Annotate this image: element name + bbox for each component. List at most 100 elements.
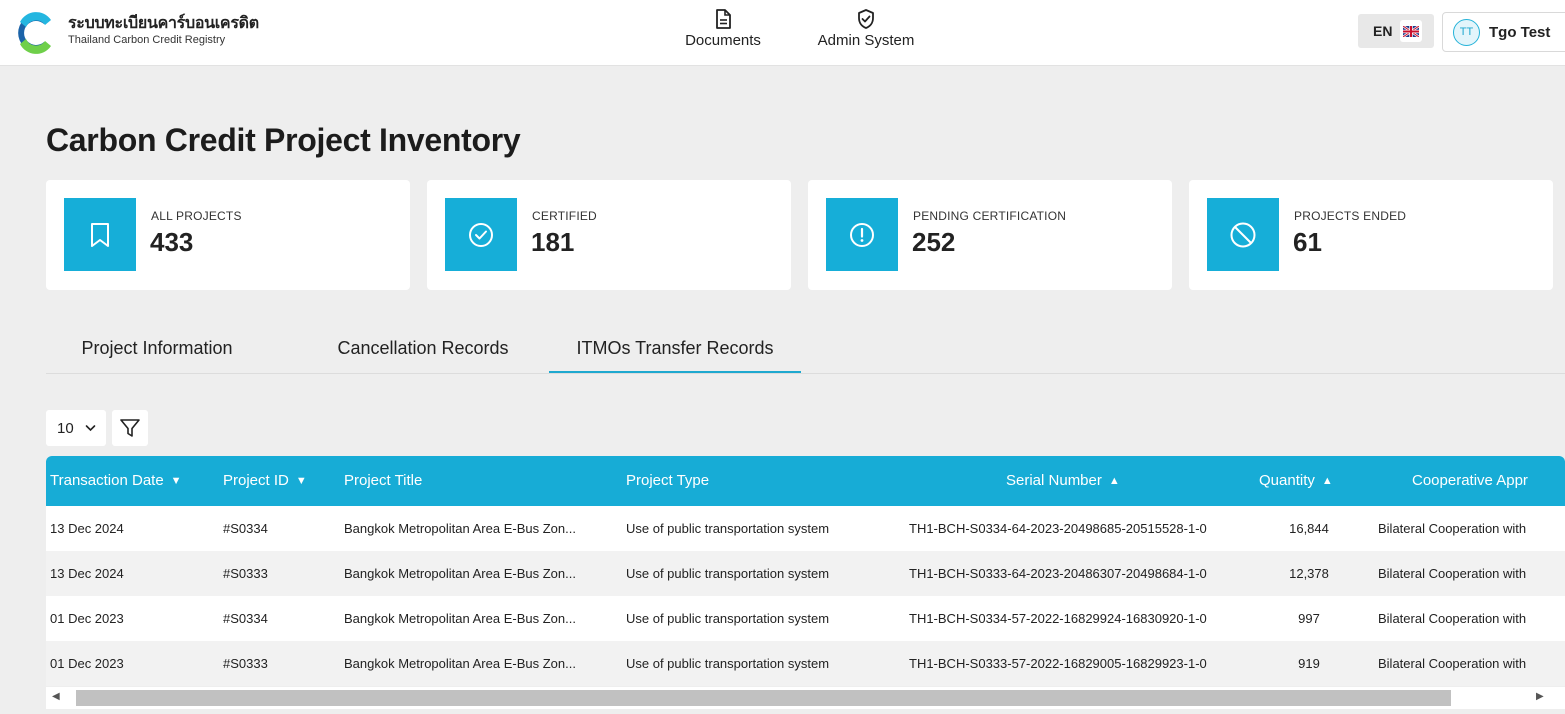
cell-project-type: Use of public transportation system — [626, 656, 830, 671]
stat-value: 61 — [1293, 227, 1322, 257]
check-circle-icon — [469, 222, 493, 247]
stat-value: 252 — [912, 227, 956, 257]
cell-serial-number: TH1-BCH-S0333-64-2023-20486307-20498684-… — [909, 566, 1207, 581]
cell-transaction-date: 01 Dec 2023 — [50, 656, 124, 671]
nav-admin-system[interactable]: Admin System — [808, 8, 924, 49]
cell-project-type: Use of public transportation system — [626, 521, 830, 536]
registry-logo-icon[interactable] — [10, 10, 58, 56]
column-label: Project Title — [344, 472, 423, 489]
column-label: Cooperative Appr — [1412, 472, 1528, 489]
column-label: Transaction Date — [50, 472, 164, 489]
cell-project-id: #S0334 — [223, 611, 268, 626]
cell-project-title: Bangkok Metropolitan Area E-Bus Zon... — [344, 656, 576, 671]
table-row[interactable]: 13 Dec 2024 #S0333 Bangkok Metropolitan … — [46, 551, 1565, 596]
column-label: Project Type — [626, 472, 710, 489]
table-horizontal-scrollbar[interactable]: ◀ ▶ — [46, 687, 1565, 709]
column-transaction-date[interactable]: Transaction Date ▼ — [50, 456, 182, 506]
table-row[interactable]: 01 Dec 2023 #S0333 Bangkok Metropolitan … — [46, 641, 1565, 686]
language-code: EN — [1373, 23, 1393, 39]
scroll-left-icon[interactable]: ◀ — [52, 691, 60, 702]
cell-project-type: Use of public transportation system — [626, 611, 830, 626]
brand-name[interactable]: ระบบทะเบียนคาร์บอนเครดิต Thailand Carbon… — [68, 14, 259, 47]
user-menu[interactable]: TT Tgo Test — [1442, 12, 1565, 52]
uk-flag-icon — [1400, 20, 1423, 42]
column-cooperative-approach[interactable]: Cooperative Appr — [1412, 456, 1528, 506]
table-row[interactable]: 01 Dec 2023 #S0334 Bangkok Metropolitan … — [46, 596, 1565, 641]
cell-quantity: 16,844 — [1289, 521, 1329, 536]
scroll-right-icon[interactable]: ▶ — [1536, 691, 1544, 702]
stat-value: 181 — [531, 227, 575, 257]
shield-check-icon — [858, 9, 874, 29]
tab-cancellation-records[interactable]: Cancellation Records — [308, 322, 538, 374]
column-quantity[interactable]: Quantity ▲︎ — [1259, 456, 1333, 506]
stat-icon-box — [1207, 198, 1279, 271]
cell-cooperative-approach: Bilateral Cooperation with — [1378, 611, 1527, 626]
stat-value: 433 — [150, 227, 194, 257]
cell-quantity: 12,378 — [1289, 566, 1329, 581]
stat-label: ALL PROJECTS — [151, 209, 242, 223]
column-serial-number[interactable]: Serial Number ▲︎ — [1006, 456, 1120, 506]
sort-desc-icon: ▼ — [170, 475, 182, 487]
cell-transaction-date: 13 Dec 2024 — [50, 566, 124, 581]
table-row[interactable]: 13 Dec 2024 #S0334 Bangkok Metropolitan … — [46, 506, 1565, 551]
language-switcher[interactable]: EN — [1358, 14, 1434, 48]
cell-project-id: #S0333 — [223, 656, 268, 671]
column-label: Quantity — [1259, 472, 1315, 489]
filter-button[interactable] — [112, 410, 148, 446]
stat-label: CERTIFIED — [532, 209, 597, 223]
transfer-records-table: Transaction Date ▼ Project ID ▼ Project … — [46, 456, 1565, 714]
sort-both-icon: ▲︎ — [1108, 475, 1120, 487]
bookmark-icon — [91, 222, 109, 247]
brand-english: Thailand Carbon Credit Registry — [68, 34, 226, 46]
page-size-select[interactable]: 10 — [46, 410, 106, 446]
cell-project-type: Use of public transportation system — [626, 566, 830, 581]
column-label: Serial Number — [1006, 472, 1102, 489]
sort-both-icon: ▲︎ — [1321, 475, 1333, 487]
cell-serial-number: TH1-BCH-S0334-57-2022-16829924-16830920-… — [909, 611, 1207, 626]
stat-card-pending-certification[interactable]: PENDING CERTIFICATION 252 — [808, 180, 1172, 290]
stat-card-all-projects[interactable]: ALL PROJECTS 433 — [46, 180, 410, 290]
nav-documents[interactable]: Documents — [678, 8, 768, 49]
user-name: Tgo Test — [1489, 23, 1551, 41]
page-title: Carbon Credit Project Inventory — [46, 122, 521, 158]
cell-project-id: #S0333 — [223, 566, 268, 581]
cell-project-id: #S0334 — [223, 521, 268, 536]
cell-serial-number: TH1-BCH-S0333-57-2022-16829005-16829923-… — [909, 656, 1207, 671]
cell-cooperative-approach: Bilateral Cooperation with — [1378, 566, 1527, 581]
cell-transaction-date: 13 Dec 2024 — [50, 521, 124, 536]
scrollbar-thumb[interactable] — [76, 690, 1451, 706]
table-header: Transaction Date ▼ Project ID ▼ Project … — [46, 456, 1565, 506]
avatar: TT — [1453, 18, 1480, 46]
tab-itmos-transfer-records[interactable]: ITMOs Transfer Records — [549, 322, 801, 373]
nav-admin-label: Admin System — [817, 32, 915, 49]
filter-icon — [120, 419, 140, 437]
top-header: ระบบทะเบียนคาร์บอนเครดิต Thailand Carbon… — [0, 0, 1565, 66]
brand-thai: ระบบทะเบียนคาร์บอนเครดิต — [68, 13, 259, 32]
exclamation-circle-icon — [850, 222, 874, 247]
cell-project-title: Bangkok Metropolitan Area E-Bus Zon... — [344, 566, 576, 581]
column-project-type[interactable]: Project Type — [626, 456, 709, 506]
cell-project-title: Bangkok Metropolitan Area E-Bus Zon... — [344, 611, 576, 626]
stat-card-projects-ended[interactable]: PROJECTS ENDED 61 — [1189, 180, 1553, 290]
cell-cooperative-approach: Bilateral Cooperation with — [1378, 521, 1527, 536]
records-tabs: Project Information Cancellation Records… — [46, 322, 1565, 374]
cell-cooperative-approach: Bilateral Cooperation with — [1378, 656, 1527, 671]
cell-quantity: 919 — [1298, 656, 1320, 671]
chevron-down-icon — [85, 425, 95, 432]
stat-label: PROJECTS ENDED — [1294, 209, 1407, 223]
nav-documents-label: Documents — [685, 32, 761, 49]
cell-transaction-date: 01 Dec 2023 — [50, 611, 124, 626]
stat-icon-box — [64, 198, 136, 271]
ban-icon — [1230, 222, 1256, 247]
sort-desc-icon: ▼ — [295, 475, 307, 487]
cell-serial-number: TH1-BCH-S0334-64-2023-20498685-20515528-… — [909, 521, 1207, 536]
tab-project-information[interactable]: Project Information — [46, 322, 268, 374]
column-project-id[interactable]: Project ID ▼ — [223, 456, 307, 506]
stat-card-certified[interactable]: CERTIFIED 181 — [427, 180, 791, 290]
stat-label: PENDING CERTIFICATION — [913, 209, 1067, 223]
cell-quantity: 997 — [1298, 611, 1320, 626]
stat-icon-box — [445, 198, 517, 271]
stat-icon-box — [826, 198, 898, 271]
page-size-value: 10 — [57, 419, 74, 437]
column-project-title[interactable]: Project Title — [344, 456, 422, 506]
